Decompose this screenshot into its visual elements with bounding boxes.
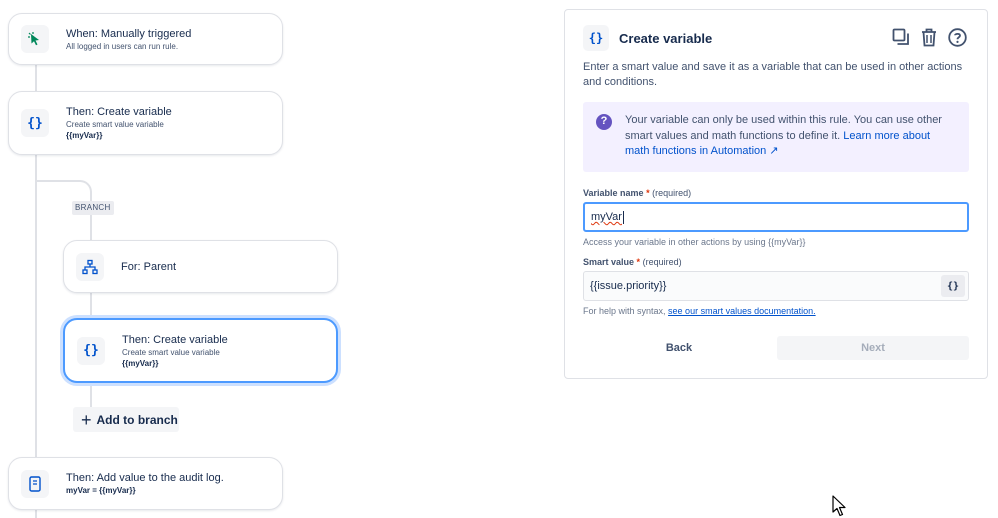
create-variable-node-selected[interactable]: {} Then: Create variable Create smart va… [63,318,338,383]
trigger-node[interactable]: When: Manually triggered All logged in u… [8,13,283,65]
curly-braces-icon: {} [583,25,609,51]
audit-log-node[interactable]: Then: Add value to the audit log. myVar … [8,457,283,510]
node-title: Then: Create variable [66,106,172,118]
smart-value-picker-button[interactable]: {} [941,275,965,297]
plus-icon: + [81,409,92,430]
next-button[interactable]: Next [777,336,969,360]
duplicate-icon[interactable] [891,26,911,48]
smart-values-doc-link[interactable]: see our smart values documentation. [668,306,816,316]
variable-name-value: myVar [591,211,622,223]
for-parent-node[interactable]: For: Parent [63,240,338,293]
smart-value-label: Smart value * (required) [583,257,682,267]
rule-flow-canvas: When: Manually triggered All logged in u… [0,0,560,518]
back-button[interactable]: Back [583,336,775,360]
trash-icon[interactable] [919,26,939,48]
connector-line [35,510,37,518]
text-caret [622,210,624,224]
node-title: For: Parent [121,260,177,273]
variable-name-input[interactable]: myVar [583,202,969,232]
curly-braces-icon: {} [21,109,49,137]
smart-value-text: {{issue.priority}} [590,280,667,292]
node-title: Then: Add value to the audit log. [66,472,224,484]
connector-line [35,65,37,91]
node-title: Then: Create variable [122,333,228,346]
node-variable: {{myVar}} [122,358,159,368]
connector-line [35,155,37,457]
variable-name-label: Variable name * (required) [583,188,692,198]
cursor-click-icon [21,25,49,53]
node-subtitle: All logged in users can run rule. [66,41,179,51]
add-to-branch-button[interactable]: + Add to branch [73,407,179,432]
curly-braces-icon: {} [77,336,105,365]
mouse-pointer-icon [832,495,848,518]
add-to-branch-label: Add to branch [96,412,178,427]
node-subtitle: Create smart value variable [66,120,164,129]
connector-line [90,383,92,407]
smart-value-input[interactable]: {{issue.priority}} {} [583,271,969,301]
document-icon [21,469,49,498]
create-variable-node[interactable]: {} Then: Create variable Create smart va… [8,91,283,155]
node-subtitle: Create smart value variable [122,347,220,357]
question-icon: ? [596,114,612,130]
help-icon[interactable] [947,26,967,48]
info-message: ? Your variable can only be used within … [583,102,969,172]
node-variable: {{myVar}} [66,131,103,140]
create-variable-panel: {} Create variable Enter a smart value a [564,9,988,379]
node-subtitle: myVar = {{myVar}} [66,486,136,495]
panel-title: Create variable [619,30,713,46]
variable-name-help: Access your variable in other actions by… [583,237,806,247]
smart-value-help: For help with syntax, see our smart valu… [583,306,816,316]
branch-tag: BRANCH [72,201,114,215]
connector-line [90,293,92,318]
panel-description: Enter a smart value and save it as a var… [583,61,963,88]
node-title: When: Manually triggered [66,27,192,40]
connector-line [90,214,92,240]
hierarchy-icon [76,252,104,281]
